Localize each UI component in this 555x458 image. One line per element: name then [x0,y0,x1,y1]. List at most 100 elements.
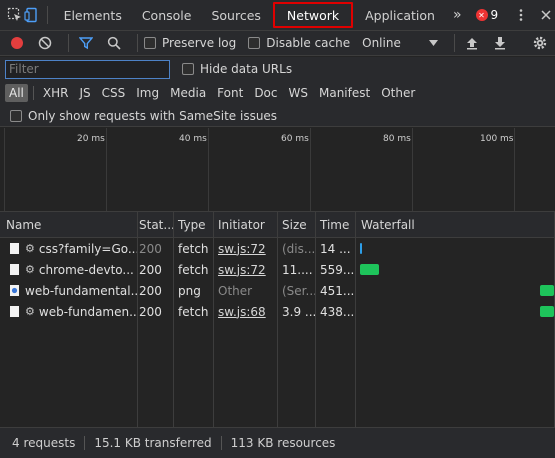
samesite-label: Only show requests with SameSite issues [28,108,278,123]
preserve-log-checkbox[interactable]: Preserve log [144,36,236,50]
disable-cache-checkbox[interactable]: Disable cache [248,36,350,50]
row-type: fetch [178,304,209,319]
samesite-checkbox[interactable]: Only show requests with SameSite issues [10,109,277,123]
document-icon [10,243,19,254]
export-har-icon[interactable] [489,32,511,54]
overview-tick-label: 100 ms [480,134,514,144]
type-filter-media[interactable]: Media [166,84,210,102]
settings-gear-icon[interactable] [529,32,551,54]
filter-icon[interactable] [75,32,97,54]
type-filter-other[interactable]: Other [377,84,419,102]
request-table: Name Stat... Type Initiator Size Time Wa… [0,212,555,427]
waterfall-bar[interactable] [360,264,379,275]
column-header-status[interactable]: Stat... [133,212,173,238]
table-row[interactable]: ⚙ chrome-devto... 200 fetch sw.js:72 11.… [0,259,555,280]
column-header-name[interactable]: Name [0,212,137,238]
kebab-menu-icon[interactable] [512,3,529,27]
row-status: 200 [139,304,162,319]
import-har-icon[interactable] [461,32,483,54]
column-header-waterfall[interactable]: Waterfall [355,212,555,238]
table-row[interactable]: ⚙ css?family=Go... 200 fetch sw.js:72 (d… [0,238,555,259]
tab-application[interactable]: Application [355,0,445,31]
type-filter-manifest[interactable]: Manifest [315,84,374,102]
column-header-size[interactable]: Size [276,212,315,238]
overview-tick-label: 80 ms [383,134,411,144]
row-name-text: web-fundamental... [25,283,137,298]
row-size: 11.... [282,262,313,277]
record-icon[interactable] [6,32,28,54]
overview-tick-label: 40 ms [179,134,207,144]
disable-cache-label: Disable cache [266,36,351,50]
preserve-log-label: Preserve log [162,36,237,50]
hide-data-urls-label: Hide data URLs [200,62,293,76]
document-icon [10,264,19,275]
waterfall-bar[interactable] [540,306,554,317]
type-filter-ws[interactable]: WS [285,84,312,102]
type-filter-js[interactable]: JS [75,84,94,102]
throttling-value: Online [362,36,401,50]
overview-gridline [514,128,515,211]
column-header-type[interactable]: Type [172,212,214,238]
toolbar-divider [454,34,456,52]
row-time: 438... [320,304,355,319]
row-size: 3.9 ... [282,304,315,319]
overview-gridline [412,128,413,211]
disable-cache-box[interactable] [248,37,261,49]
column-header-initiator[interactable]: Initiator [212,212,276,238]
chevron-down-icon [429,40,439,46]
row-name: web-fundamental... [4,280,137,301]
row-name: ⚙ css?family=Go... [4,238,137,259]
tab-console[interactable]: Console [132,0,202,31]
overview-gridline [208,128,209,211]
summary-divider [220,436,222,450]
row-time: 451... [320,283,355,298]
device-toolbar-icon[interactable] [23,3,40,27]
type-filter-css[interactable]: CSS [98,84,130,102]
resource-type-filters: All XHR JS CSS Img Media Font Doc WS Man… [0,81,555,105]
more-tabs-button[interactable]: » [445,0,470,31]
throttling-select[interactable]: Online [362,36,439,50]
tab-network[interactable]: Network [272,2,354,28]
clear-icon[interactable] [34,32,56,54]
samesite-row: Only show requests with SameSite issues [0,105,555,127]
toolbar-divider [137,34,138,52]
tab-elements[interactable]: Elements [54,0,132,31]
type-filter-xhr[interactable]: XHR [39,84,73,102]
toolbar-divider [68,34,69,52]
close-icon[interactable] [538,3,555,27]
row-name: ⚙ chrome-devto... [4,259,137,280]
overview-gridline [106,128,107,211]
row-initiator-link[interactable]: sw.js:72 [212,259,276,280]
search-icon[interactable] [103,32,125,54]
overview-tick-label: 60 ms [281,134,309,144]
type-filter-img[interactable]: Img [132,84,163,102]
filter-input[interactable] [5,59,170,79]
tab-sources[interactable]: Sources [201,0,270,31]
table-row[interactable]: web-fundamental... 200 png Other (Ser...… [0,280,555,301]
row-initiator: Other [218,283,253,298]
network-overview[interactable]: 20 ms 40 ms 60 ms 80 ms 100 ms [0,128,555,212]
error-count-badge[interactable]: ✕ 9 [470,8,505,22]
row-name-text: chrome-devto... [38,262,134,277]
row-initiator-link[interactable]: sw.js:72 [212,238,276,259]
row-name: ⚙ web-fundamen... [4,301,137,322]
waterfall-bar[interactable] [360,243,362,254]
image-file-icon [10,285,19,296]
inspect-element-icon[interactable] [6,3,23,27]
samesite-box[interactable] [10,109,22,122]
hide-data-urls-box[interactable] [182,63,194,75]
waterfall-bar[interactable] [540,285,554,296]
row-time: 14 ... [320,241,351,256]
document-icon [10,306,19,317]
network-summary-bar: 4 requests 15.1 KB transferred 113 KB re… [0,427,555,458]
column-header-time[interactable]: Time [314,212,356,238]
type-filter-doc[interactable]: Doc [250,84,281,102]
table-row[interactable]: ⚙ web-fundamen... 200 fetch sw.js:68 3.9… [0,301,555,322]
type-filter-font[interactable]: Font [213,84,247,102]
resources-size: 113 KB resources [230,436,336,450]
row-initiator-link[interactable]: sw.js:68 [212,301,276,322]
hide-data-urls-checkbox[interactable]: Hide data URLs [182,62,292,76]
type-filter-all[interactable]: All [5,84,28,102]
overview-tick-label: 20 ms [77,134,105,144]
preserve-log-box[interactable] [144,37,156,49]
